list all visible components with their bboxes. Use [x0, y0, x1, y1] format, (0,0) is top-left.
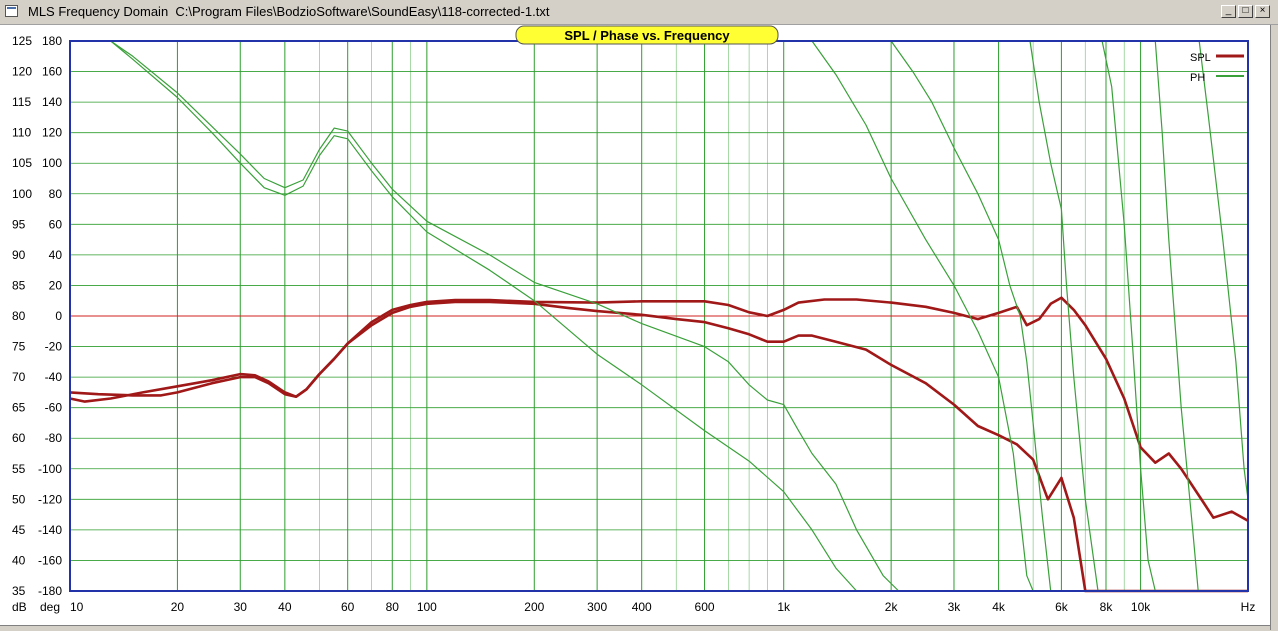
x-tick-label: 3k: [948, 600, 962, 614]
app-icon: [5, 5, 18, 17]
legend-label: SPL: [1190, 52, 1211, 64]
x-tick-label: 200: [524, 600, 544, 614]
x-tick-label: 2k: [885, 600, 899, 614]
close-button[interactable]: ×: [1255, 5, 1270, 18]
x-tick-label: 300: [587, 600, 607, 614]
y-tick-spl: 90: [12, 248, 26, 262]
y-tick-phase: 100: [42, 156, 62, 170]
x-tick-label: 40: [278, 600, 292, 614]
window-bottom-border: [0, 625, 1270, 631]
x-tick-label: 600: [695, 600, 715, 614]
x-tick-label: 6k: [1055, 600, 1069, 614]
maximize-button[interactable]: □: [1238, 5, 1253, 18]
y-tick-phase: 20: [49, 278, 63, 292]
y-tick-spl: 40: [12, 553, 26, 567]
x-tick-label: 10k: [1131, 600, 1151, 614]
y-tick-phase: 60: [49, 217, 63, 231]
y-tick-spl: 120: [12, 65, 32, 79]
x-tick-label: 10: [70, 600, 84, 614]
chart-title: SPL / Phase vs. Frequency: [564, 28, 730, 43]
y-tick-phase: -100: [38, 462, 62, 476]
y-tick-spl: 60: [12, 431, 26, 445]
legend-label: PH: [1190, 72, 1205, 84]
x-tick-label: 20: [171, 600, 185, 614]
x-tick-label: 4k: [992, 600, 1006, 614]
y-tick-spl: 50: [12, 492, 26, 506]
y-tick-phase: -40: [45, 370, 63, 384]
y-tick-phase: -160: [38, 553, 62, 567]
x-tick-label: 1k: [777, 600, 791, 614]
x-tick-label: 400: [632, 600, 652, 614]
y-tick-phase: -60: [45, 401, 63, 415]
x-axis-unit: Hz: [1241, 600, 1256, 614]
y-tick-spl: 55: [12, 462, 26, 476]
y-tick-spl: 70: [12, 370, 26, 384]
y-tick-spl: 105: [12, 156, 32, 170]
y-tick-phase: -180: [38, 584, 62, 598]
window-title: MLS Frequency Domain C:\Program Files\Bo…: [28, 4, 550, 19]
y-tick-phase: 0: [55, 309, 62, 323]
x-tick-label: 30: [234, 600, 248, 614]
y-tick-phase: 40: [49, 248, 63, 262]
y-tick-phase: -120: [38, 492, 62, 506]
x-tick-label: 8k: [1100, 600, 1114, 614]
y-tick-spl: 115: [12, 95, 31, 109]
y-axis-label-spl: dB: [12, 600, 27, 614]
y-tick-spl: 45: [12, 523, 26, 537]
window-right-border: [1270, 25, 1278, 630]
y-tick-phase: -140: [38, 523, 62, 537]
y-tick-spl: 85: [12, 278, 26, 292]
y-tick-phase: -20: [45, 340, 63, 354]
y-tick-phase: 120: [42, 126, 62, 140]
spl-phase-chart: 3540455055606570758085909510010511011512…: [12, 25, 1256, 614]
window-controls: _ □ ×: [1221, 5, 1270, 18]
y-tick-phase: 160: [42, 65, 62, 79]
y-tick-spl: 125: [12, 34, 32, 48]
y-tick-spl: 80: [12, 309, 26, 323]
y-tick-phase: -80: [45, 431, 63, 445]
x-tick-label: 80: [386, 600, 400, 614]
y-axis-label-phase: deg: [40, 600, 60, 614]
y-tick-spl: 65: [12, 401, 26, 415]
x-tick-label: 60: [341, 600, 355, 614]
y-tick-spl: 75: [12, 340, 26, 354]
minimize-button[interactable]: _: [1221, 5, 1236, 18]
window-titlebar[interactable]: MLS Frequency Domain C:\Program Files\Bo…: [0, 0, 1278, 25]
y-tick-phase: 180: [42, 34, 62, 48]
y-tick-spl: 35: [12, 584, 26, 598]
y-tick-spl: 100: [12, 187, 32, 201]
y-tick-spl: 95: [12, 217, 26, 231]
chart-area[interactable]: 35 40 45 50 55 60 65 70 75 80 85 90 95 100 105 110 115 12…: [0, 25, 1270, 625]
y-tick-phase: 80: [49, 187, 63, 201]
y-tick-spl: 110: [12, 126, 31, 140]
y-tick-phase: 140: [42, 95, 62, 109]
x-tick-label: 100: [417, 600, 437, 614]
